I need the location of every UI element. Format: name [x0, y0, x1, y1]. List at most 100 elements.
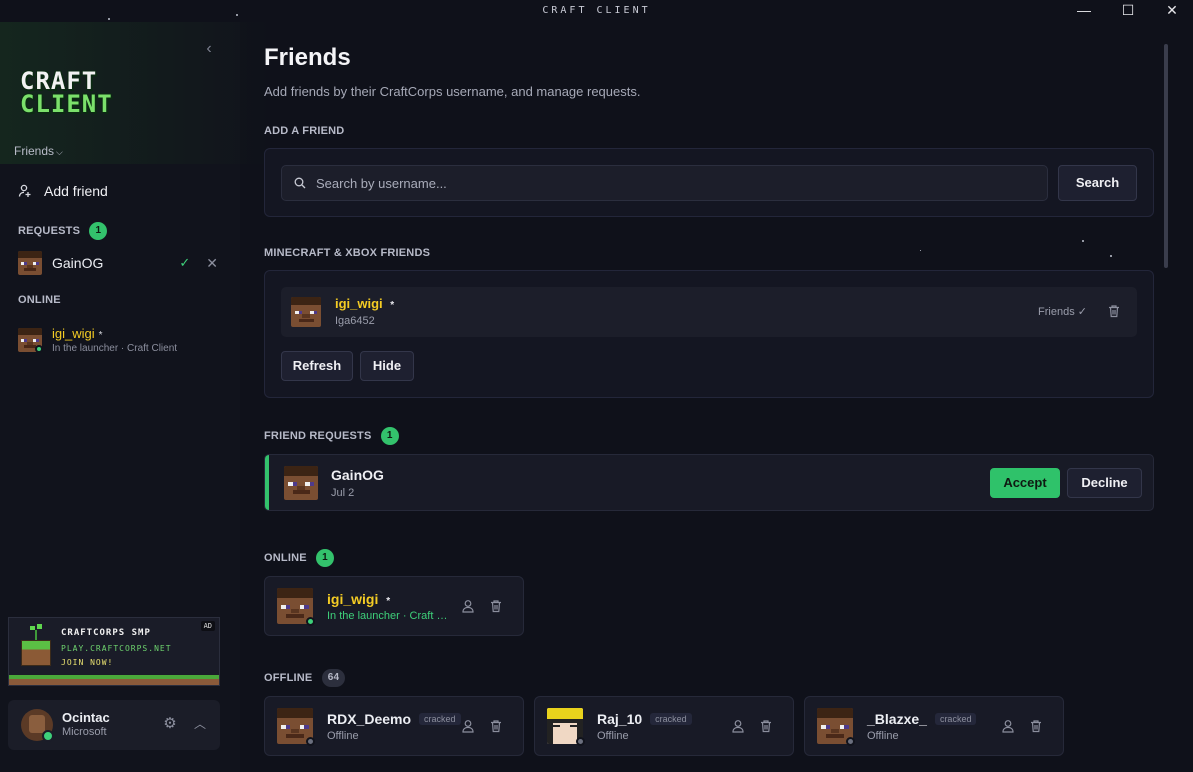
friend-requests-heading: FRIEND REQUESTS 1 [264, 427, 399, 445]
favorite-mark: * [390, 300, 395, 311]
offline-status-dot [846, 737, 855, 746]
sidebar-request-name: GainOG [52, 255, 104, 271]
maximize-button[interactable]: ☐ [1106, 0, 1150, 20]
account-panel[interactable]: Ocintac Microsoft ⚙ ︿ [8, 700, 220, 750]
offline-label: OFFLINE [264, 671, 313, 684]
page-title: Friends [264, 44, 351, 71]
add-friend-card: Search [264, 148, 1154, 217]
trash-icon[interactable] [1107, 304, 1121, 318]
accept-check-icon[interactable]: ✓ [179, 255, 190, 271]
friend-request-row: GainOG Jul 2 Accept Decline [264, 454, 1154, 511]
friends-dropdown-label: Friends [14, 144, 55, 158]
cracked-tag: cracked [934, 713, 977, 725]
mc-friend-name-wrap: igi_wigi * [335, 296, 394, 311]
logo-line2: CLIENT [20, 90, 113, 118]
offline-heading: OFFLINE 64 [264, 669, 346, 687]
account-status-dot [42, 730, 54, 742]
profile-icon[interactable] [1001, 719, 1015, 733]
main-scrollbar[interactable] [1164, 44, 1168, 268]
ad-server-address: PLAY.CRAFTCORPS.NET [61, 644, 172, 653]
friends-dropdown[interactable]: Friends ⌵ [14, 144, 63, 158]
mc-friends-section-label: MINECRAFT & XBOX FRIENDS [264, 247, 431, 259]
sidebar-requests-label: REQUESTS [18, 224, 81, 237]
close-button[interactable]: ✕ [1150, 0, 1193, 20]
friend-card[interactable]: igi_wigi * In the launcher · Craft Clien… [264, 576, 524, 636]
friend-status: In the launcher · Craft Client [327, 610, 455, 622]
sidebar-requests-count: 1 [89, 222, 108, 240]
sidebar-online-name: igi_wigi [52, 326, 95, 341]
request-accent-bar [265, 455, 269, 510]
trash-icon[interactable] [1029, 719, 1043, 733]
friend-card[interactable]: Raj_10 cracked Offline [534, 696, 794, 756]
trash-icon[interactable] [489, 599, 503, 613]
account-provider: Microsoft [62, 726, 107, 738]
friend-name: igi_wigi [327, 591, 379, 607]
search-box [281, 165, 1048, 201]
mc-friend-row[interactable]: igi_wigi * Iga6452 Friends ✓ [281, 287, 1137, 337]
mc-friends-card: igi_wigi * Iga6452 Friends ✓ Refresh Hid… [264, 270, 1154, 398]
grass-block-icon [21, 640, 51, 666]
trash-icon[interactable] [759, 719, 773, 733]
online-count: 1 [316, 549, 335, 567]
ad-grass-strip [9, 675, 219, 685]
sidebar-online-status: In the launcher · Craft Client [52, 343, 178, 354]
search-icon [294, 177, 306, 189]
offline-count: 64 [321, 669, 346, 687]
online-status-dot [306, 617, 315, 626]
decline-button[interactable]: Decline [1067, 468, 1142, 498]
app-title: CRAFT CLIENT [542, 5, 651, 16]
profile-icon[interactable] [731, 719, 745, 733]
favorite-mark: * [386, 596, 391, 607]
hide-button[interactable]: Hide [360, 351, 414, 381]
sidebar-online-name-wrap: igi_wigi * [52, 326, 103, 341]
add-friend-label: Add friend [44, 183, 108, 199]
trash-icon[interactable] [489, 719, 503, 733]
offline-status-dot [306, 737, 315, 746]
craft-client-logo: CRAFT CLIENT [20, 69, 120, 120]
sprout-icon [30, 624, 42, 640]
friend-name: Raj_10 [597, 711, 643, 727]
friend-status: Offline [597, 730, 629, 742]
friend-status: Offline [867, 730, 899, 742]
friend-requests-count: 1 [380, 427, 399, 445]
profile-icon[interactable] [461, 719, 475, 733]
offline-status-dot [576, 737, 585, 746]
accept-button[interactable]: Accept [990, 468, 1060, 498]
search-button[interactable]: Search [1058, 165, 1137, 201]
request-name: GainOG [331, 467, 384, 483]
friend-name-wrap: _Blazxe_ cracked [867, 711, 977, 727]
title-bar: CRAFT CLIENT — ☐ ✕ [0, 0, 1193, 22]
add-friend-section-label: ADD A FRIEND [264, 125, 345, 137]
friend-name-wrap: igi_wigi * [327, 591, 390, 607]
favorite-mark: * [98, 330, 103, 341]
online-label: ONLINE [264, 551, 307, 564]
collapse-sidebar-button[interactable]: ‹ [200, 40, 218, 58]
gear-icon[interactable]: ⚙ [162, 716, 178, 732]
page-subtitle: Add friends by their CraftCorps username… [264, 84, 641, 99]
ad-cta: JOIN NOW! [61, 658, 114, 667]
cracked-tag: cracked [650, 713, 692, 725]
minimize-button[interactable]: — [1062, 0, 1106, 20]
ad-title: CRAFTCORPS SMP [61, 628, 151, 638]
friend-card[interactable]: RDX_Deemo cracked Offline [264, 696, 524, 756]
friends-state-badge: Friends ✓ [1038, 306, 1087, 318]
refresh-button[interactable]: Refresh [281, 351, 353, 381]
add-friend-button[interactable]: Add friend [14, 180, 224, 202]
sidebar-online-label: ONLINE [18, 294, 61, 306]
friend-name-wrap: RDX_Deemo cracked [327, 711, 461, 727]
friend-card[interactable]: _Blazxe_ cracked Offline [804, 696, 1064, 756]
chevron-down-icon: ⌵ [56, 147, 63, 157]
friend-name-wrap: Raj_10 cracked [597, 711, 692, 727]
search-input[interactable] [316, 166, 1036, 200]
online-status-dot [35, 345, 43, 353]
cracked-tag: cracked [419, 713, 461, 725]
friend-name: _Blazxe_ [867, 711, 927, 727]
sidebar-requests-heading: REQUESTS 1 [18, 222, 108, 240]
account-name: Ocintac [62, 710, 110, 725]
sidebar-online-item[interactable]: igi_wigi * In the launcher · Craft Client [18, 326, 228, 356]
chevron-up-icon[interactable]: ︿ [192, 716, 208, 732]
profile-icon[interactable] [461, 599, 475, 613]
decline-x-icon[interactable]: ✕ [206, 255, 218, 272]
ad-banner[interactable]: AD CRAFTCORPS SMP PLAY.CRAFTCORPS.NET JO… [8, 617, 220, 686]
sidebar-request-item[interactable]: GainOG ✓ ✕ [18, 250, 218, 276]
